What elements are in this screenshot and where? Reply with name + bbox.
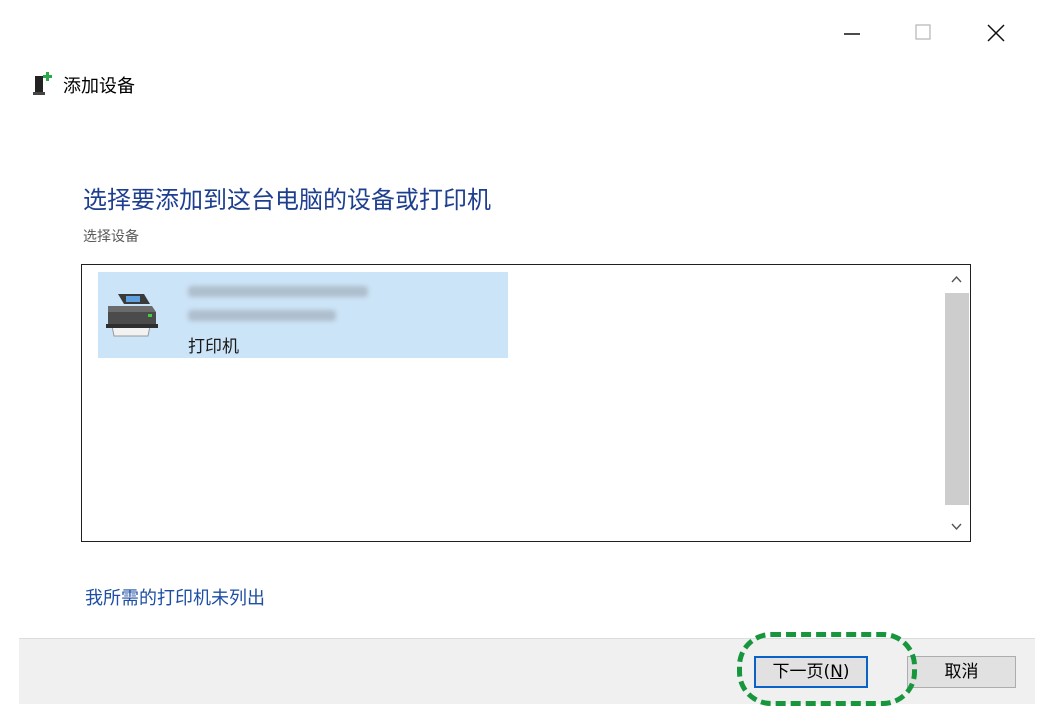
maximize-icon	[915, 24, 931, 40]
device-list-label: 选择设备	[83, 229, 139, 245]
scroll-down-button[interactable]	[943, 515, 970, 539]
minimize-button[interactable]	[829, 12, 875, 52]
device-list[interactable]: 打印机	[81, 264, 971, 542]
dialog-footer: 下一页(N) 取消	[19, 638, 1035, 704]
page-heading: 选择要添加到这台电脑的设备或打印机	[83, 186, 491, 214]
device-name-redacted	[188, 286, 368, 297]
device-item-printer[interactable]: 打印机	[98, 272, 508, 358]
chevron-down-icon	[951, 523, 962, 531]
scroll-thumb[interactable]	[945, 293, 969, 505]
device-list-scrollbar[interactable]	[943, 265, 970, 541]
printer-icon	[104, 290, 160, 340]
cancel-button[interactable]: 取消	[907, 656, 1016, 688]
close-button[interactable]	[973, 12, 1019, 52]
printer-not-listed-link[interactable]: 我所需的打印机未列出	[85, 584, 265, 610]
close-icon	[987, 24, 1005, 42]
next-button[interactable]: 下一页(N)	[754, 656, 868, 688]
device-address-redacted	[188, 310, 336, 321]
device-type-label: 打印机	[188, 337, 239, 357]
add-device-icon	[33, 70, 53, 98]
chevron-up-icon	[951, 275, 962, 283]
minimize-icon	[844, 33, 860, 35]
maximize-button[interactable]	[900, 12, 946, 52]
scroll-up-button[interactable]	[943, 267, 970, 291]
window-title: 添加设备	[63, 76, 135, 97]
